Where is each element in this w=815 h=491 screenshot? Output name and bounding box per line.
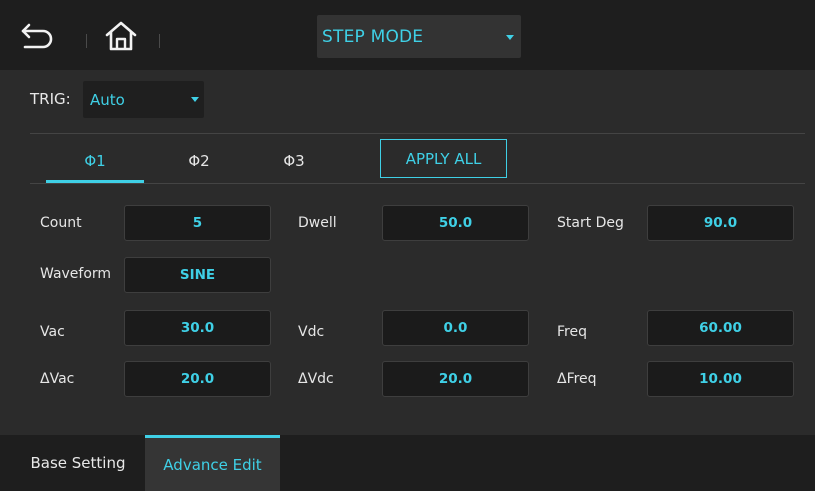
tab-phase-2[interactable]: Φ2 (150, 152, 248, 170)
waveform-label: Waveform (40, 266, 112, 282)
home-icon (105, 21, 137, 51)
trig-select[interactable]: Auto (83, 81, 204, 118)
dropdown-caret-icon (506, 35, 514, 40)
start-deg-field[interactable]: 90.0 (647, 205, 794, 241)
tab-advance-edit[interactable]: Advance Edit (145, 435, 280, 491)
back-button[interactable] (14, 14, 58, 58)
divider (30, 183, 805, 184)
count-label: Count (40, 215, 82, 231)
tab-base-setting[interactable]: Base Setting (14, 435, 142, 491)
mode-select-value: STEP MODE (322, 26, 424, 47)
count-field[interactable]: 5 (124, 205, 271, 241)
separator (86, 34, 87, 48)
freq-field[interactable]: 60.00 (647, 310, 794, 346)
vac-label: Vac (40, 324, 65, 340)
back-icon (21, 23, 53, 49)
mode-select[interactable]: STEP MODE (317, 15, 521, 58)
vdc-field[interactable]: 0.0 (382, 310, 529, 346)
vac-field[interactable]: 30.0 (124, 310, 271, 346)
delta-vdc-label: ΔVdc (298, 371, 334, 387)
delta-freq-label: ΔFreq (557, 371, 597, 387)
freq-label: Freq (557, 324, 587, 340)
dwell-field[interactable]: 50.0 (382, 205, 529, 241)
delta-freq-field[interactable]: 10.00 (647, 361, 794, 397)
waveform-field[interactable]: SINE (124, 257, 271, 293)
delta-vdc-field[interactable]: 20.0 (382, 361, 529, 397)
tab-phase-1[interactable]: Φ1 (46, 152, 144, 170)
home-button[interactable] (99, 14, 143, 58)
dropdown-caret-icon (191, 97, 199, 102)
trig-select-value: Auto (90, 90, 125, 109)
apply-all-button[interactable]: APPLY ALL (380, 139, 507, 178)
trig-label: TRIG: (30, 90, 71, 108)
divider (30, 133, 805, 134)
delta-vac-label: ΔVac (40, 371, 75, 387)
delta-vac-field[interactable]: 20.0 (124, 361, 271, 397)
start-deg-label: Start Deg (557, 215, 624, 231)
separator (159, 34, 160, 48)
dwell-label: Dwell (298, 215, 337, 231)
tab-phase-3[interactable]: Φ3 (245, 152, 343, 170)
vdc-label: Vdc (298, 324, 325, 340)
